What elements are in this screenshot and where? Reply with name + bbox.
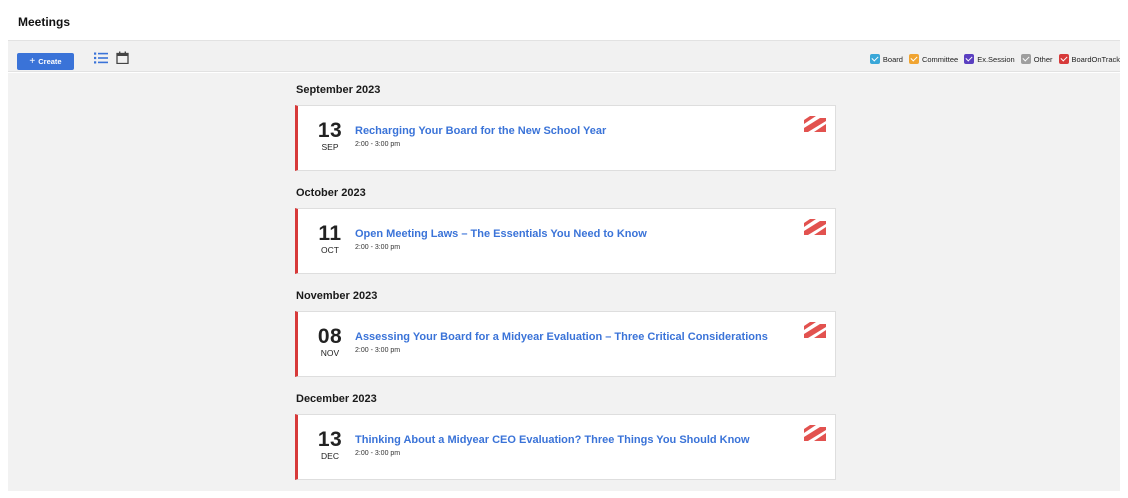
checkbox-ex-session[interactable] (964, 54, 975, 64)
boardontrack-logo-icon (804, 322, 826, 343)
meeting-card[interactable]: 08 NOV Assessing Your Board for a Midyea… (295, 311, 836, 377)
month-heading: December 2023 (296, 393, 377, 405)
legend-label: Board (882, 54, 903, 64)
checkbox-board[interactable] (869, 54, 880, 64)
page-title: Meetings (18, 15, 71, 29)
checkbox-boardontrack[interactable] (1058, 54, 1069, 64)
checkbox-committee[interactable] (908, 54, 919, 64)
create-button-label: Create (38, 57, 62, 66)
legend-label: BoardOnTrack (1071, 54, 1121, 64)
meeting-card[interactable]: 13 SEP Recharging Your Board for the New… (295, 105, 836, 171)
boardontrack-logo-icon (804, 219, 826, 240)
toolbar: + Create Board Committee Ex.Session Othe… (8, 40, 1120, 72)
meeting-time: 2:00 - 3:00 pm (355, 244, 401, 251)
calendar-icon[interactable] (116, 51, 129, 69)
meeting-month: DEC (321, 451, 339, 461)
meeting-month: SEP (321, 142, 339, 152)
legend-label: Other (1033, 54, 1053, 64)
meeting-title-link[interactable]: Assessing Your Board for a Midyear Evalu… (355, 331, 768, 343)
month-heading: September 2023 (296, 84, 381, 96)
legend-other[interactable]: Other (1020, 54, 1053, 64)
legend-label: Committee (921, 54, 959, 64)
meeting-title-link[interactable]: Recharging Your Board for the New School… (355, 125, 606, 137)
legend: Board Committee Ex.Session Other BoardOn… (864, 54, 1120, 64)
legend-boardontrack[interactable]: BoardOnTrack (1058, 54, 1121, 64)
meetings-list: September 2023 13 SEP Recharging Your Bo… (8, 73, 1120, 491)
checkbox-other[interactable] (1020, 54, 1031, 64)
legend-ex-session[interactable]: Ex.Session (964, 54, 1015, 64)
meeting-day: 13 (317, 119, 343, 142)
meeting-day: 11 (318, 222, 342, 245)
meeting-time: 2:00 - 3:00 pm (355, 450, 401, 457)
meeting-title-link[interactable]: Thinking About a Midyear CEO Evaluation?… (355, 434, 750, 446)
list-view-icon[interactable] (94, 51, 108, 69)
meeting-card[interactable]: 11 OCT Open Meeting Laws – The Essential… (295, 208, 836, 274)
month-heading: October 2023 (296, 187, 366, 199)
create-button[interactable]: + Create (17, 53, 74, 70)
month-heading: November 2023 (296, 290, 378, 302)
legend-committee[interactable]: Committee (908, 54, 959, 64)
meeting-card[interactable]: 13 DEC Thinking About a Midyear CEO Eval… (295, 414, 836, 480)
meeting-month: OCT (321, 245, 339, 255)
plus-icon: + (29, 55, 36, 67)
meeting-day: 13 (317, 428, 343, 451)
boardontrack-logo-icon (804, 425, 826, 446)
meeting-time: 2:00 - 3:00 pm (355, 141, 401, 148)
meeting-time: 2:00 - 3:00 pm (355, 347, 401, 354)
legend-board[interactable]: Board (869, 54, 903, 64)
boardontrack-logo-icon (804, 116, 826, 137)
legend-label: Ex.Session (977, 54, 1015, 64)
meeting-day: 08 (317, 325, 343, 348)
meeting-month: NOV (320, 348, 340, 358)
meeting-title-link[interactable]: Open Meeting Laws – The Essentials You N… (355, 228, 647, 240)
